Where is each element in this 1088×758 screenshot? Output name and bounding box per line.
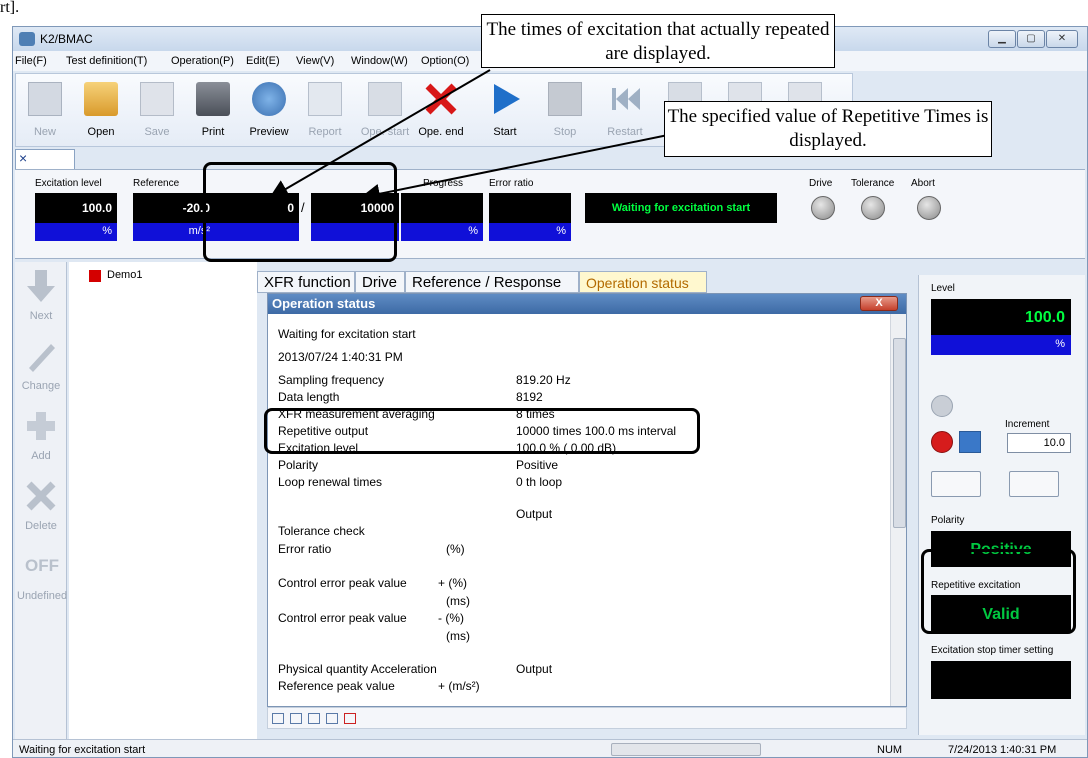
callout-actual-repeats: The times of excitation that actually re… xyxy=(481,14,835,68)
callout-specified-repeats: The specified value of Repetitive Times … xyxy=(664,101,992,157)
arrow-to-repeat-total xyxy=(360,134,669,204)
